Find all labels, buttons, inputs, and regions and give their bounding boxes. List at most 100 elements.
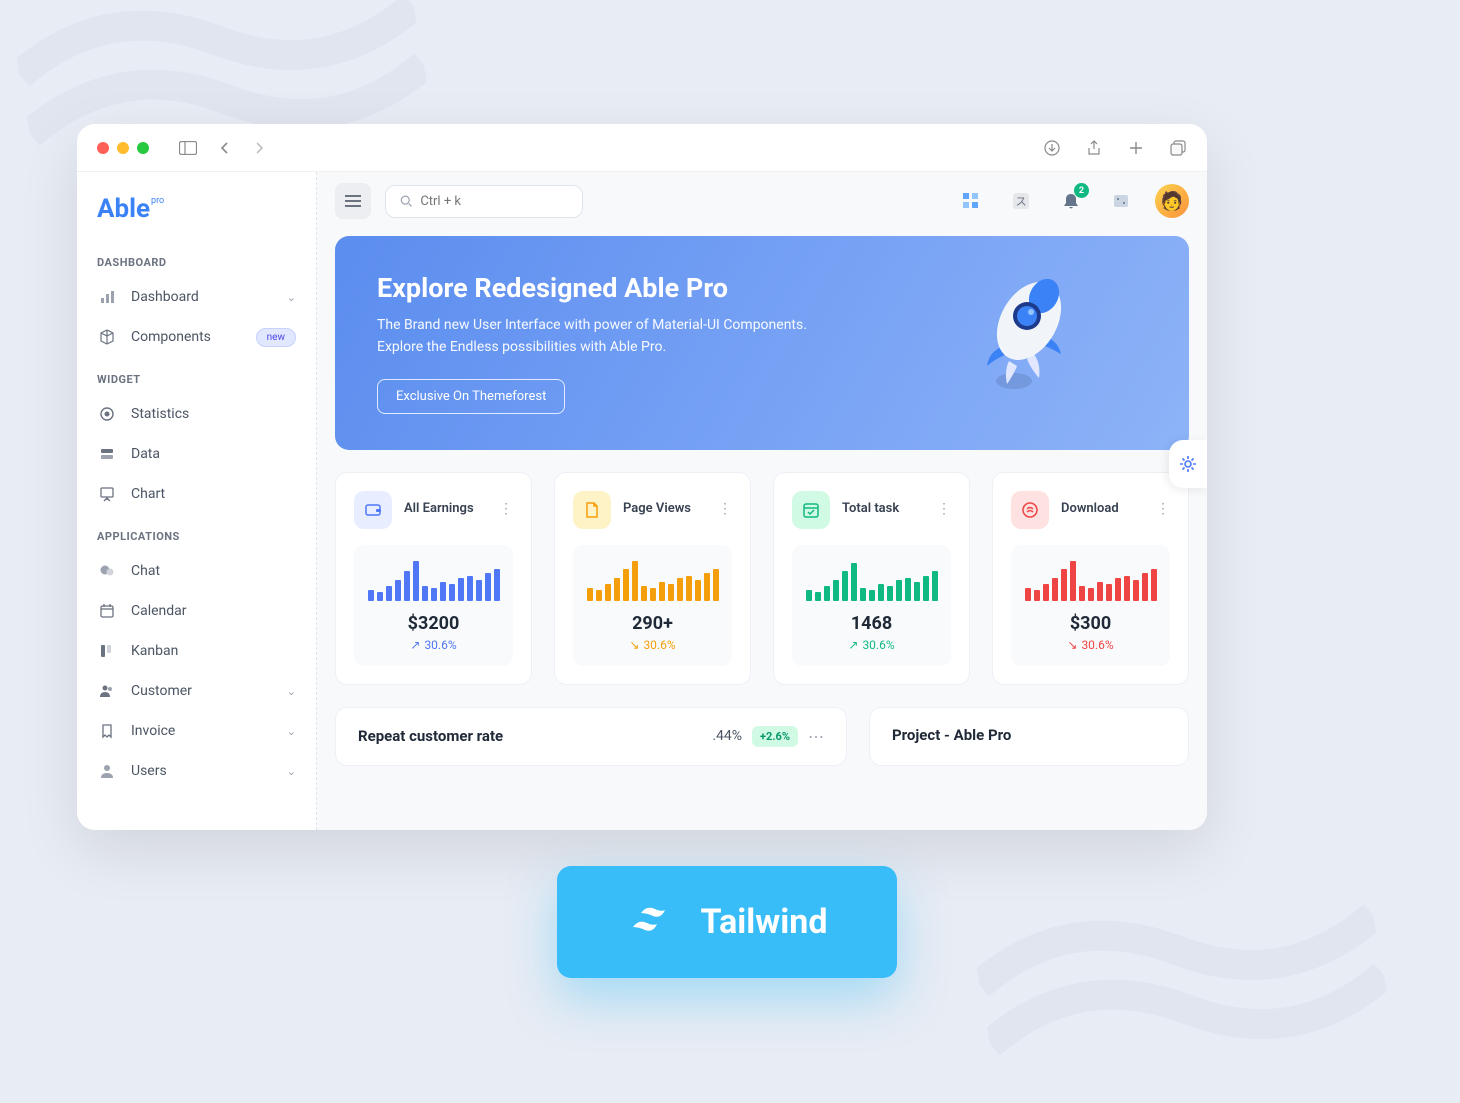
sidebar-item-label: Invoice: [131, 723, 273, 739]
logo-text: Able: [97, 194, 150, 224]
translate-icon[interactable]: ス: [1005, 185, 1037, 217]
stat-value: 1468: [802, 613, 941, 634]
chart-icon: [97, 287, 117, 307]
sidebar-item-invoice[interactable]: Invoice ⌄: [91, 711, 302, 751]
sidebar-item-label: Components: [131, 329, 242, 345]
svg-text:ス: ス: [1016, 195, 1027, 208]
download-icon[interactable]: [1043, 139, 1061, 157]
panel-title: Project - Able Pro: [892, 726, 1011, 744]
sidebar-item-label: Calendar: [131, 603, 296, 619]
sidebar-item-components[interactable]: Components new: [91, 317, 302, 357]
repeat-customer-panel: Repeat customer rate .44% +2.6% ⋯: [335, 707, 847, 766]
notification-bell[interactable]: 2: [1055, 185, 1087, 217]
tabs-icon[interactable]: [1169, 139, 1187, 157]
trend-arrow-icon: ↘: [629, 638, 639, 652]
back-icon[interactable]: [215, 139, 233, 157]
sidebar-item-customer[interactable]: Customer⌄: [91, 671, 302, 711]
target-icon: [97, 404, 117, 424]
sidebar-item-label: Dashboard: [131, 289, 273, 305]
more-icon[interactable]: ⋯: [808, 727, 824, 746]
sidebar-item-users[interactable]: Users⌄: [91, 751, 302, 791]
logo[interactable]: Able pro: [91, 194, 302, 224]
logo-suffix: pro: [151, 196, 164, 206]
chevron-down-icon: ⌄: [287, 725, 296, 738]
trend-arrow-icon: ↗: [848, 638, 858, 652]
stat-card-page-views: Page Views ⋮ 290+ ↘ 30.6%: [554, 472, 751, 685]
minimize-window-icon[interactable]: [117, 142, 129, 154]
section-label: DASHBOARD: [91, 248, 302, 277]
stat-change: ↗ 30.6%: [802, 638, 941, 652]
tailwind-overlay-badge: Tailwind: [557, 866, 897, 978]
panel-badge: +2.6%: [752, 726, 798, 747]
new-tab-icon[interactable]: [1127, 139, 1145, 157]
trend-arrow-icon: ↗: [410, 638, 420, 652]
more-icon[interactable]: ⋮: [499, 507, 513, 513]
sidebar-item-kanban[interactable]: Kanban: [91, 631, 302, 671]
topbar: ス 2 🧑: [317, 172, 1207, 230]
sidebar-item-label: Chat: [131, 563, 296, 579]
file-icon: [573, 491, 611, 529]
more-icon[interactable]: ⋮: [1156, 507, 1170, 513]
hero-banner: Explore Redesigned Able Pro The Brand ne…: [335, 236, 1189, 450]
more-icon[interactable]: ⋮: [718, 507, 732, 513]
bg-wave-icon: [966, 837, 1395, 1103]
chevron-down-icon: ⌄: [287, 685, 296, 698]
sidebar-item-label: Data: [131, 446, 296, 462]
download-icon: [1011, 491, 1049, 529]
search-input[interactable]: [420, 194, 568, 209]
invoice-icon: [97, 721, 117, 741]
close-window-icon[interactable]: [97, 142, 109, 154]
sidebar-toggle-icon[interactable]: [179, 139, 197, 157]
content-area: Explore Redesigned Able Pro The Brand ne…: [317, 230, 1207, 830]
sparkline-chart: [1021, 559, 1160, 601]
more-icon[interactable]: ⋮: [937, 507, 951, 513]
user-avatar[interactable]: 🧑: [1155, 184, 1189, 218]
search-icon: [400, 194, 412, 208]
settings-fab[interactable]: [1169, 440, 1207, 488]
hero-cta-button[interactable]: Exclusive On Themeforest: [377, 379, 565, 414]
menu-button[interactable]: [335, 183, 371, 219]
stat-change: ↘ 30.6%: [1021, 638, 1160, 652]
hamburger-icon: [345, 200, 361, 202]
search-box[interactable]: [385, 185, 583, 218]
sidebar-item-statistics[interactable]: Statistics: [91, 394, 302, 434]
sidebar-item-label: Users: [131, 763, 273, 779]
stat-title: Page Views: [623, 501, 706, 518]
rocket-icon: [959, 266, 1089, 396]
stat-change: ↗ 30.6%: [364, 638, 503, 652]
sidebar: Able pro DASHBOARDDashboard⌄Componentsne…: [77, 172, 317, 830]
share-icon[interactable]: [1085, 139, 1103, 157]
stats-row: All Earnings⋮$3200↗ 30.6% Page Views ⋮ 290+…: [335, 472, 1189, 685]
tailwind-label: Tailwind: [701, 902, 828, 942]
sidebar-item-chat[interactable]: Chat: [91, 551, 302, 591]
maximize-window-icon[interactable]: [137, 142, 149, 154]
sidebar-item-data[interactable]: Data: [91, 434, 302, 474]
apps-icon[interactable]: [955, 185, 987, 217]
sparkline-chart: [802, 559, 941, 601]
stat-card-total-task: Total task ⋮ 1468 ↗ 30.6%: [773, 472, 970, 685]
stat-card-all-earnings: All Earnings⋮$3200↗ 30.6%: [335, 472, 532, 685]
browser-chrome: [77, 124, 1207, 172]
sparkline-chart: [583, 559, 722, 601]
user-icon: [97, 761, 117, 781]
stat-change: ↘ 30.6%: [583, 638, 722, 652]
notification-badge: 2: [1074, 183, 1089, 198]
stat-value: 290+: [583, 613, 722, 634]
forward-icon[interactable]: [251, 139, 269, 157]
trend-arrow-icon: ↘: [1067, 638, 1077, 652]
cube-icon: [97, 327, 117, 347]
wallet-icon: [354, 491, 392, 529]
sidebar-item-label: Statistics: [131, 406, 296, 422]
new-badge: new: [256, 328, 296, 347]
browser-window: Able pro DASHBOARDDashboard⌄Componentsne…: [77, 124, 1207, 830]
stat-title: Download: [1061, 501, 1144, 518]
panel-title: Repeat customer rate: [358, 727, 503, 745]
stat-title: Total task: [842, 501, 925, 518]
calendar-check-icon: [792, 491, 830, 529]
main-area: ス 2 🧑 Explore Redesigned Able Pro The Br…: [317, 172, 1207, 830]
sidebar-item-dashboard[interactable]: Dashboard⌄: [91, 277, 302, 317]
sidebar-item-calendar[interactable]: Calendar: [91, 591, 302, 631]
sparkline-chart: [364, 559, 503, 601]
settings-icon[interactable]: [1105, 185, 1137, 217]
sidebar-item-chart[interactable]: Chart: [91, 474, 302, 514]
